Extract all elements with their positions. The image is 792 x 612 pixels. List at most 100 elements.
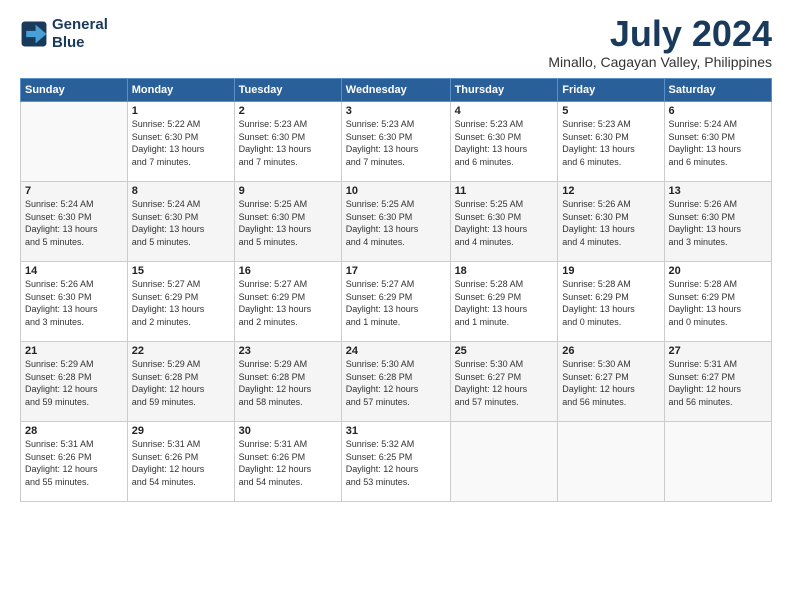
day-info: Sunrise: 5:24 AM Sunset: 6:30 PM Dayligh… xyxy=(132,198,230,248)
calendar-day-cell: 26Sunrise: 5:30 AM Sunset: 6:27 PM Dayli… xyxy=(558,342,664,422)
weekday-header: Thursday xyxy=(450,79,558,102)
day-info: Sunrise: 5:31 AM Sunset: 6:26 PM Dayligh… xyxy=(25,438,123,488)
calendar-day-cell xyxy=(664,422,771,502)
day-number: 24 xyxy=(346,345,446,357)
day-info: Sunrise: 5:24 AM Sunset: 6:30 PM Dayligh… xyxy=(669,118,767,168)
day-info: Sunrise: 5:23 AM Sunset: 6:30 PM Dayligh… xyxy=(346,118,446,168)
day-number: 29 xyxy=(132,425,230,437)
day-info: Sunrise: 5:29 AM Sunset: 6:28 PM Dayligh… xyxy=(132,358,230,408)
day-info: Sunrise: 5:32 AM Sunset: 6:25 PM Dayligh… xyxy=(346,438,446,488)
calendar-day-cell: 18Sunrise: 5:28 AM Sunset: 6:29 PM Dayli… xyxy=(450,262,558,342)
weekday-header: Monday xyxy=(127,79,234,102)
day-info: Sunrise: 5:26 AM Sunset: 6:30 PM Dayligh… xyxy=(562,198,659,248)
calendar-day-cell: 22Sunrise: 5:29 AM Sunset: 6:28 PM Dayli… xyxy=(127,342,234,422)
calendar-day-cell: 11Sunrise: 5:25 AM Sunset: 6:30 PM Dayli… xyxy=(450,182,558,262)
calendar-day-cell: 30Sunrise: 5:31 AM Sunset: 6:26 PM Dayli… xyxy=(234,422,341,502)
day-info: Sunrise: 5:25 AM Sunset: 6:30 PM Dayligh… xyxy=(239,198,337,248)
location-subtitle: Minallo, Cagayan Valley, Philippines xyxy=(548,54,772,70)
calendar-week-row: 28Sunrise: 5:31 AM Sunset: 6:26 PM Dayli… xyxy=(21,422,772,502)
day-info: Sunrise: 5:26 AM Sunset: 6:30 PM Dayligh… xyxy=(25,278,123,328)
day-info: Sunrise: 5:24 AM Sunset: 6:30 PM Dayligh… xyxy=(25,198,123,248)
day-number: 8 xyxy=(132,185,230,197)
day-number: 21 xyxy=(25,345,123,357)
day-info: Sunrise: 5:23 AM Sunset: 6:30 PM Dayligh… xyxy=(455,118,554,168)
calendar-week-row: 14Sunrise: 5:26 AM Sunset: 6:30 PM Dayli… xyxy=(21,262,772,342)
day-number: 27 xyxy=(669,345,767,357)
day-info: Sunrise: 5:29 AM Sunset: 6:28 PM Dayligh… xyxy=(239,358,337,408)
weekday-header: Tuesday xyxy=(234,79,341,102)
calendar-day-cell xyxy=(450,422,558,502)
day-number: 13 xyxy=(669,185,767,197)
day-info: Sunrise: 5:22 AM Sunset: 6:30 PM Dayligh… xyxy=(132,118,230,168)
calendar-day-cell: 31Sunrise: 5:32 AM Sunset: 6:25 PM Dayli… xyxy=(341,422,450,502)
calendar-table: SundayMondayTuesdayWednesdayThursdayFrid… xyxy=(20,78,772,502)
day-number: 19 xyxy=(562,265,659,277)
day-number: 17 xyxy=(346,265,446,277)
calendar-week-row: 21Sunrise: 5:29 AM Sunset: 6:28 PM Dayli… xyxy=(21,342,772,422)
day-info: Sunrise: 5:29 AM Sunset: 6:28 PM Dayligh… xyxy=(25,358,123,408)
logo-text: General Blue xyxy=(52,16,108,52)
calendar-day-cell: 2Sunrise: 5:23 AM Sunset: 6:30 PM Daylig… xyxy=(234,102,341,182)
day-number: 26 xyxy=(562,345,659,357)
day-number: 1 xyxy=(132,105,230,117)
day-info: Sunrise: 5:27 AM Sunset: 6:29 PM Dayligh… xyxy=(132,278,230,328)
day-info: Sunrise: 5:23 AM Sunset: 6:30 PM Dayligh… xyxy=(562,118,659,168)
day-info: Sunrise: 5:30 AM Sunset: 6:27 PM Dayligh… xyxy=(455,358,554,408)
day-info: Sunrise: 5:25 AM Sunset: 6:30 PM Dayligh… xyxy=(346,198,446,248)
calendar-day-cell xyxy=(558,422,664,502)
day-info: Sunrise: 5:25 AM Sunset: 6:30 PM Dayligh… xyxy=(455,198,554,248)
calendar-day-cell: 29Sunrise: 5:31 AM Sunset: 6:26 PM Dayli… xyxy=(127,422,234,502)
calendar-day-cell: 9Sunrise: 5:25 AM Sunset: 6:30 PM Daylig… xyxy=(234,182,341,262)
day-info: Sunrise: 5:30 AM Sunset: 6:28 PM Dayligh… xyxy=(346,358,446,408)
calendar-day-cell: 25Sunrise: 5:30 AM Sunset: 6:27 PM Dayli… xyxy=(450,342,558,422)
day-number: 10 xyxy=(346,185,446,197)
day-number: 5 xyxy=(562,105,659,117)
calendar-day-cell: 21Sunrise: 5:29 AM Sunset: 6:28 PM Dayli… xyxy=(21,342,128,422)
day-info: Sunrise: 5:28 AM Sunset: 6:29 PM Dayligh… xyxy=(455,278,554,328)
day-number: 20 xyxy=(669,265,767,277)
calendar-day-cell xyxy=(21,102,128,182)
calendar-header-row: SundayMondayTuesdayWednesdayThursdayFrid… xyxy=(21,79,772,102)
day-number: 23 xyxy=(239,345,337,357)
calendar-day-cell: 4Sunrise: 5:23 AM Sunset: 6:30 PM Daylig… xyxy=(450,102,558,182)
page: General Blue July 2024 Minallo, Cagayan … xyxy=(0,0,792,612)
weekday-header: Sunday xyxy=(21,79,128,102)
day-number: 31 xyxy=(346,425,446,437)
logo: General Blue xyxy=(20,16,108,52)
calendar-day-cell: 28Sunrise: 5:31 AM Sunset: 6:26 PM Dayli… xyxy=(21,422,128,502)
day-info: Sunrise: 5:28 AM Sunset: 6:29 PM Dayligh… xyxy=(669,278,767,328)
day-number: 12 xyxy=(562,185,659,197)
day-info: Sunrise: 5:30 AM Sunset: 6:27 PM Dayligh… xyxy=(562,358,659,408)
day-number: 18 xyxy=(455,265,554,277)
day-number: 3 xyxy=(346,105,446,117)
day-number: 28 xyxy=(25,425,123,437)
weekday-header: Friday xyxy=(558,79,664,102)
day-info: Sunrise: 5:27 AM Sunset: 6:29 PM Dayligh… xyxy=(239,278,337,328)
day-info: Sunrise: 5:26 AM Sunset: 6:30 PM Dayligh… xyxy=(669,198,767,248)
calendar-day-cell: 1Sunrise: 5:22 AM Sunset: 6:30 PM Daylig… xyxy=(127,102,234,182)
day-number: 30 xyxy=(239,425,337,437)
day-number: 11 xyxy=(455,185,554,197)
day-info: Sunrise: 5:23 AM Sunset: 6:30 PM Dayligh… xyxy=(239,118,337,168)
header: General Blue July 2024 Minallo, Cagayan … xyxy=(20,16,772,70)
calendar-day-cell: 24Sunrise: 5:30 AM Sunset: 6:28 PM Dayli… xyxy=(341,342,450,422)
month-title: July 2024 xyxy=(548,16,772,52)
day-number: 25 xyxy=(455,345,554,357)
calendar-day-cell: 3Sunrise: 5:23 AM Sunset: 6:30 PM Daylig… xyxy=(341,102,450,182)
calendar-day-cell: 12Sunrise: 5:26 AM Sunset: 6:30 PM Dayli… xyxy=(558,182,664,262)
weekday-header: Wednesday xyxy=(341,79,450,102)
day-number: 4 xyxy=(455,105,554,117)
title-block: July 2024 Minallo, Cagayan Valley, Phili… xyxy=(548,16,772,70)
day-number: 14 xyxy=(25,265,123,277)
calendar-day-cell: 13Sunrise: 5:26 AM Sunset: 6:30 PM Dayli… xyxy=(664,182,771,262)
calendar-day-cell: 16Sunrise: 5:27 AM Sunset: 6:29 PM Dayli… xyxy=(234,262,341,342)
day-number: 16 xyxy=(239,265,337,277)
calendar-day-cell: 23Sunrise: 5:29 AM Sunset: 6:28 PM Dayli… xyxy=(234,342,341,422)
calendar-day-cell: 7Sunrise: 5:24 AM Sunset: 6:30 PM Daylig… xyxy=(21,182,128,262)
calendar-day-cell: 8Sunrise: 5:24 AM Sunset: 6:30 PM Daylig… xyxy=(127,182,234,262)
day-info: Sunrise: 5:31 AM Sunset: 6:27 PM Dayligh… xyxy=(669,358,767,408)
day-number: 9 xyxy=(239,185,337,197)
calendar-day-cell: 14Sunrise: 5:26 AM Sunset: 6:30 PM Dayli… xyxy=(21,262,128,342)
calendar-day-cell: 10Sunrise: 5:25 AM Sunset: 6:30 PM Dayli… xyxy=(341,182,450,262)
day-info: Sunrise: 5:31 AM Sunset: 6:26 PM Dayligh… xyxy=(239,438,337,488)
